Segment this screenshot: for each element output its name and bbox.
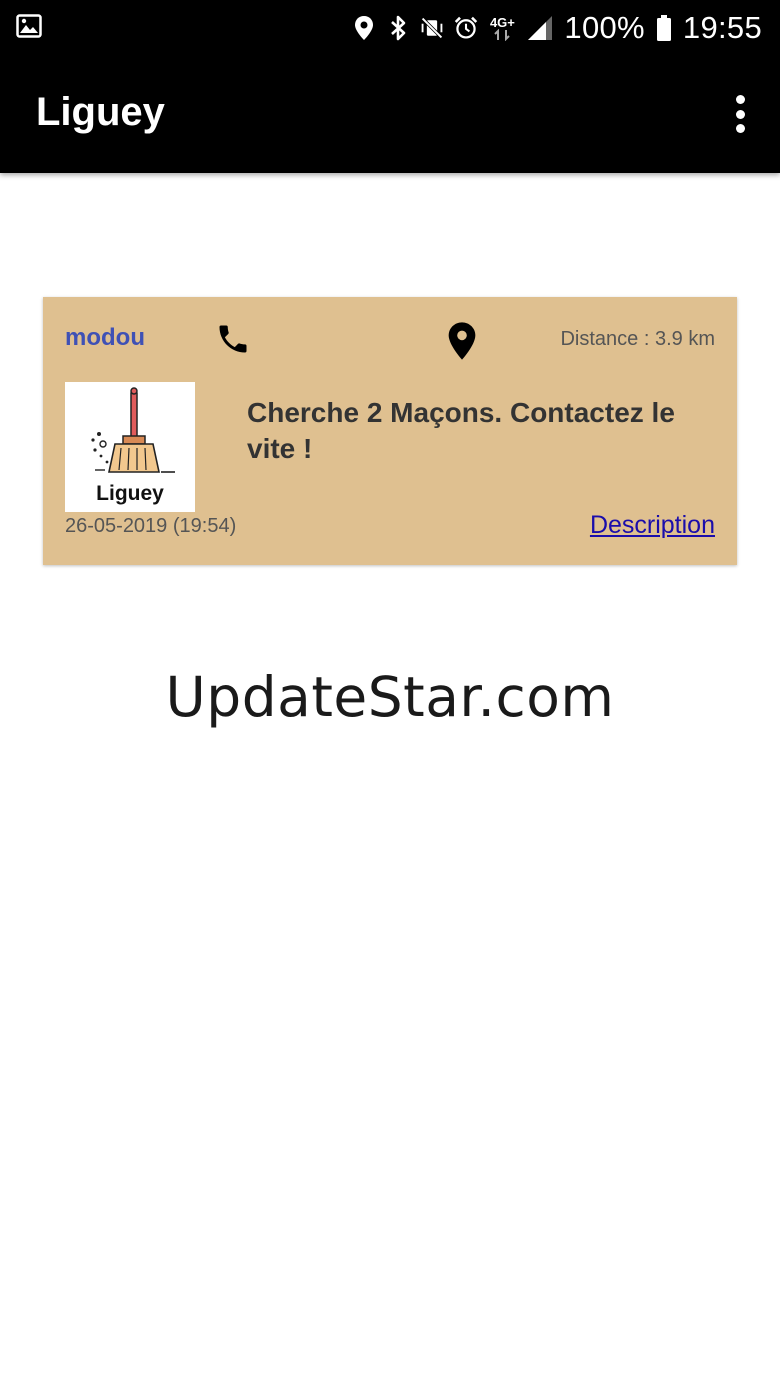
battery-percent: 100% [564, 10, 645, 45]
listing-date: 26-05-2019 (19:54) [65, 515, 237, 537]
listing-card[interactable]: modou Distance : 3.9 km Liguey Cherche 2… [43, 297, 737, 565]
alarm-icon [454, 14, 478, 42]
listing-username[interactable]: modou [65, 324, 145, 352]
listing-message: Cherche 2 Maçons. Contactez le vite ! [247, 397, 675, 464]
signal-icon [526, 14, 554, 42]
clock: 19:55 [682, 10, 762, 45]
status-bar: 4G+ 100% 19:55 [0, 0, 780, 56]
battery-full-icon [655, 14, 673, 42]
app-bar: Liguey [0, 56, 780, 173]
watermark: UpdateStar.com [165, 665, 615, 729]
map-pin-icon[interactable] [446, 321, 478, 361]
listing-distance: Distance : 3.9 km [560, 328, 715, 350]
description-link[interactable]: Description [590, 511, 715, 540]
network-4g-icon: 4G+ [488, 14, 516, 42]
vibrate-off-icon [420, 14, 444, 42]
liguey-logo: Liguey [65, 382, 195, 512]
app-title: Liguey [36, 90, 165, 134]
bluetooth-icon [386, 14, 410, 42]
image-icon [16, 13, 42, 39]
logo-text: Liguey [96, 482, 164, 505]
phone-icon[interactable] [215, 321, 251, 357]
more-vert-icon[interactable] [728, 92, 752, 136]
location-icon [352, 14, 376, 42]
